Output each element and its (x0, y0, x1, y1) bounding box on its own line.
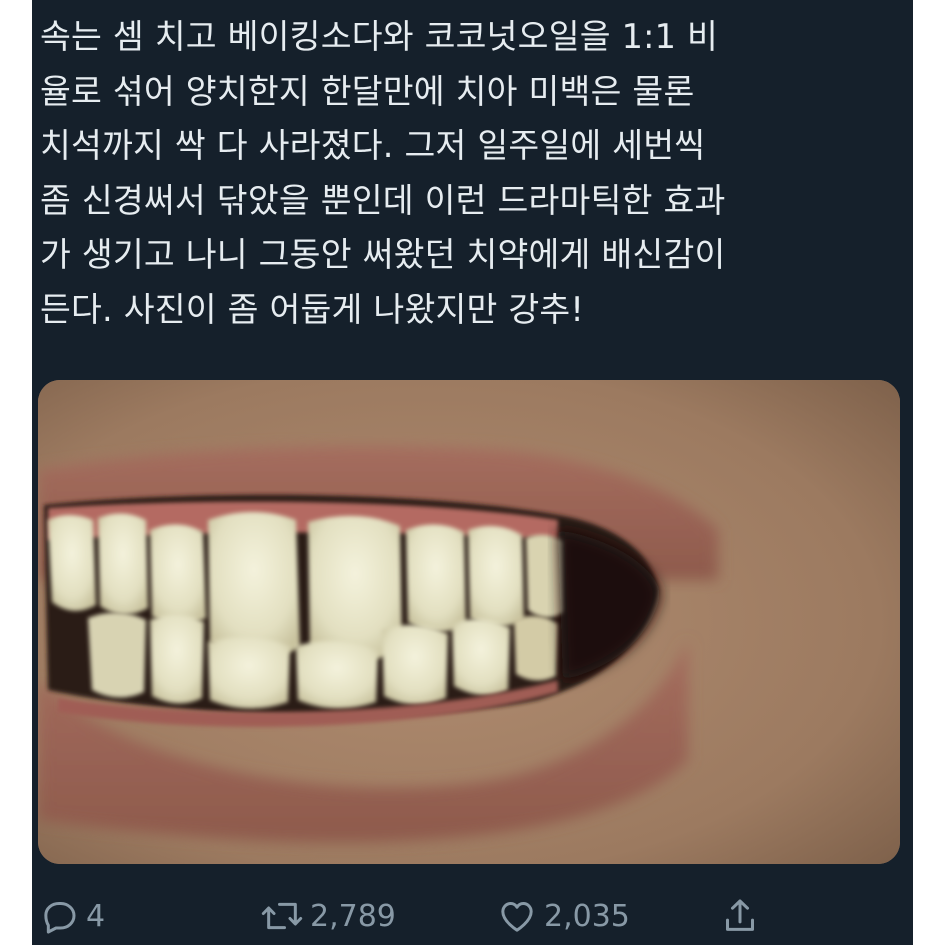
share-button[interactable] (720, 888, 760, 944)
tweet-text-line: 든다. 사진이 좀 어둡게 나왔지만 강추! (40, 289, 585, 329)
smile-photo-illustration (38, 380, 900, 864)
reply-count: 4 (86, 898, 106, 934)
tweet-action-bar: 4 2,789 2,035 (32, 888, 913, 944)
retweet-button[interactable]: 2,789 (260, 888, 396, 944)
tweet-text-line: 속는 셈 치고 베이킹소다와 코코넛오일을 1:1 비 (40, 17, 718, 56)
reply-icon (44, 902, 76, 934)
tweet-text-line: 좀 신경써서 닦았을 뿐인데 이런 드라마틱한 효과 (40, 180, 726, 220)
reply-button[interactable]: 4 (40, 888, 105, 944)
tweet-text-line: 치석까지 싹 다 사라졌다. 그저 일주일에 세번씩 (40, 126, 706, 165)
tweet-photo[interactable] (38, 380, 900, 864)
share-icon (726, 899, 754, 931)
tweet-card: 속는 셈 치고 베이킹소다와 코코넛오일을 1:1 비 율로 섞어 양치한지 한… (32, 0, 913, 945)
heart-icon (501, 902, 533, 932)
retweet-icon (261, 902, 303, 930)
retweet-count: 2,789 (310, 898, 396, 934)
tweet-text-line: 율로 섞어 양치한지 한달만에 치아 미백은 물론 (40, 71, 695, 111)
like-count: 2,035 (544, 898, 630, 934)
tweet-text: 속는 셈 치고 베이킹소다와 코코넛오일을 1:1 비 율로 섞어 양치한지 한… (40, 10, 910, 337)
tweet-text-line: 가 생기고 나니 그동안 써왔던 치약에게 배신감이 (40, 235, 726, 274)
like-button[interactable]: 2,035 (496, 888, 630, 944)
